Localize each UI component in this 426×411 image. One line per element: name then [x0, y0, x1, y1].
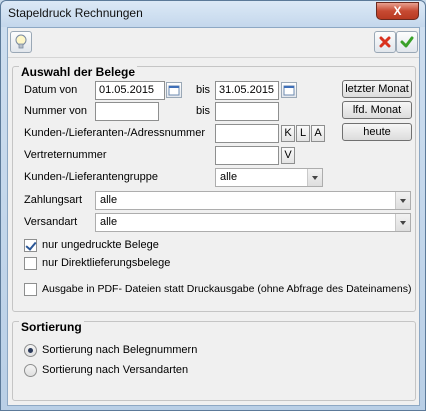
adressen-lookup-button[interactable]: A — [311, 125, 325, 142]
pdf-checkbox[interactable] — [24, 283, 37, 296]
versandart-select[interactable]: alle — [95, 213, 411, 232]
calendar-icon — [283, 85, 295, 96]
pdf-label: Ausgabe in PDF- Dateien statt Druckausga… — [42, 283, 412, 295]
kunden-label: Kunden-/Lieferanten-/Adressnummer — [24, 127, 205, 139]
kunden-lookup-button[interactable]: K — [281, 125, 295, 142]
sort-versandarten-radio[interactable] — [24, 364, 37, 377]
letzter-monat-button[interactable]: letzter Monat — [342, 80, 412, 98]
datum-bis-input[interactable]: 31.05.2015 — [215, 81, 279, 100]
sort-belegnummern-radio[interactable] — [24, 344, 37, 357]
ungedruckt-checkbox[interactable] — [24, 239, 37, 252]
toolbar — [8, 28, 419, 58]
zahlungsart-select[interactable]: alle — [95, 191, 411, 210]
heute-button[interactable]: heute — [342, 123, 412, 141]
red-x-icon — [379, 36, 391, 48]
group-sortierung: Sortierung Sortierung nach Belegnummern … — [12, 320, 416, 401]
datum-von-label: Datum von — [24, 84, 78, 96]
vertreter-input[interactable] — [215, 146, 279, 165]
lfd-monat-button[interactable]: lfd. Monat — [342, 101, 412, 119]
gruppe-label: Kunden-/Lieferantengruppe — [24, 171, 158, 183]
vertreter-label: Vertreternummer — [24, 149, 107, 161]
lightbulb-icon — [15, 34, 27, 49]
nummer-von-label: Nummer von — [24, 105, 87, 117]
nummer-von-input[interactable] — [95, 102, 159, 121]
window-title: Stapeldruck Rechnungen — [8, 6, 143, 20]
title-bar[interactable]: Stapeldruck Rechnungen X — [1, 1, 425, 27]
versandart-label: Versandart — [24, 216, 78, 228]
nummer-bis-input[interactable] — [215, 102, 279, 121]
kunden-input[interactable] — [215, 124, 279, 143]
lieferanten-lookup-button[interactable]: L — [296, 125, 310, 142]
sort-belegnummern-label: Sortierung nach Belegnummern — [42, 344, 198, 356]
hint-button[interactable] — [10, 31, 32, 53]
ungedruckt-label: nur ungedruckte Belege — [42, 239, 159, 251]
cancel-button[interactable] — [374, 31, 396, 53]
gruppe-select[interactable]: alle — [215, 168, 323, 187]
direkt-label: nur Direktlieferungsbelege — [42, 257, 171, 269]
ok-button[interactable] — [396, 31, 418, 53]
dialog-client: Auswahl der Belege Datum von 01.05.2015 … — [7, 27, 420, 406]
window-close-button[interactable]: X — [376, 2, 419, 20]
datum-bis-label: bis — [196, 84, 211, 96]
vertreter-lookup-button[interactable]: V — [281, 147, 295, 164]
sort-versandarten-label: Sortierung nach Versandarten — [42, 364, 189, 376]
group-auswahl-belege: Auswahl der Belege Datum von 01.05.2015 … — [12, 65, 416, 312]
calendar-icon — [168, 85, 180, 96]
nummer-bis-label: bis — [196, 105, 211, 117]
zahlungsart-label: Zahlungsart — [24, 194, 83, 206]
group-title-sortierung: Sortierung — [19, 320, 84, 334]
datum-von-input[interactable]: 01.05.2015 — [95, 81, 165, 100]
datum-bis-calendar-button[interactable] — [281, 82, 297, 98]
datum-von-calendar-button[interactable] — [166, 82, 182, 98]
chevron-down-icon[interactable] — [395, 214, 410, 231]
chevron-down-icon[interactable] — [395, 192, 410, 209]
direkt-checkbox[interactable] — [24, 257, 37, 270]
chevron-down-icon[interactable] — [307, 169, 322, 186]
green-check-icon — [400, 36, 414, 48]
versandart-select-value: alle — [100, 216, 118, 228]
zahlungsart-select-value: alle — [100, 194, 118, 206]
dialog-window: Stapeldruck Rechnungen X Auswahl der Bel… — [0, 0, 426, 411]
gruppe-select-value: alle — [220, 171, 238, 183]
group-title-belege: Auswahl der Belege — [19, 65, 138, 79]
